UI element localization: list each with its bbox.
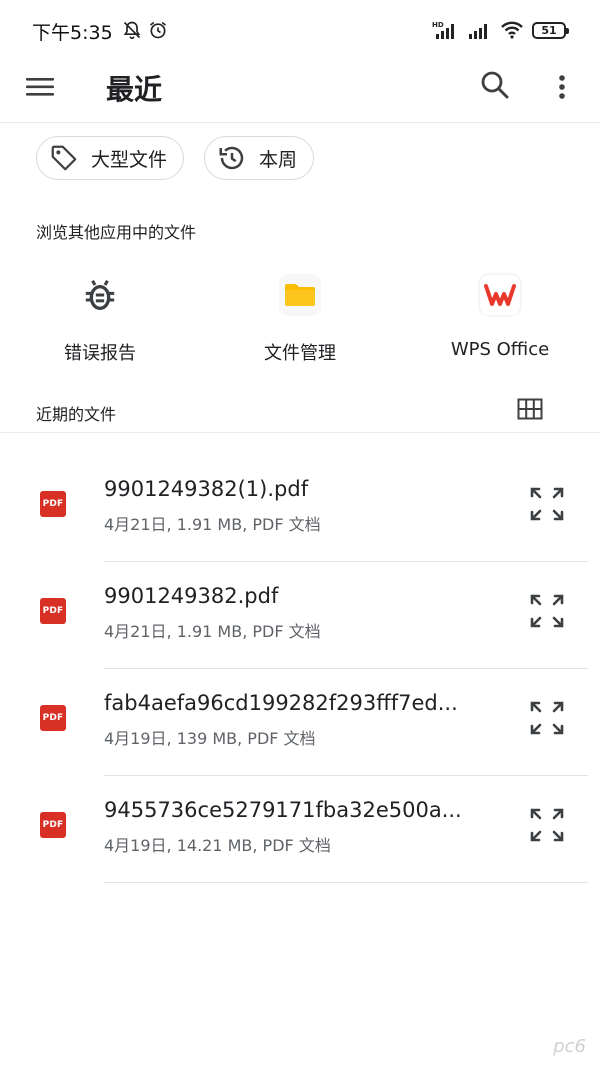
file-name: 9455736ce5279171fba32e500a... xyxy=(104,798,462,822)
more-vert-icon[interactable] xyxy=(548,70,576,104)
chip-large-files[interactable]: 大型文件 xyxy=(36,136,185,180)
network-label: HD xyxy=(432,21,444,29)
grid-view-icon[interactable] xyxy=(517,398,543,420)
tag-icon xyxy=(51,145,77,171)
pdf-file-icon: PDF xyxy=(40,705,66,731)
file-name: 9901249382(1).pdf xyxy=(104,477,309,501)
file-name: 9901249382.pdf xyxy=(104,584,279,608)
file-row[interactable]: PDF fab4aefa96cd199282f293fff7ed... 4月19… xyxy=(0,669,600,776)
file-meta: 4月19日, 139 MB, PDF 文档 xyxy=(104,729,316,748)
chip-label: 本周 xyxy=(259,148,298,171)
app-file-manager[interactable]: 文件管理 xyxy=(210,271,390,365)
menu-icon[interactable] xyxy=(24,72,58,102)
pdf-file-icon: PDF xyxy=(40,812,66,838)
pdf-file-icon: PDF xyxy=(40,491,66,517)
file-row[interactable]: PDF 9901249382.pdf 4月21日, 1.91 MB, PDF 文… xyxy=(0,562,600,669)
file-row[interactable]: PDF 9455736ce5279171fba32e500a... 4月19日,… xyxy=(0,776,600,883)
chip-this-week[interactable]: 本周 xyxy=(204,136,315,180)
search-icon[interactable] xyxy=(478,68,512,102)
wifi-icon xyxy=(501,21,523,39)
status-left-icons xyxy=(122,20,168,40)
file-meta: 4月21日, 1.91 MB, PDF 文档 xyxy=(104,515,321,534)
file-row[interactable]: PDF 9901249382(1).pdf 4月21日, 1.91 MB, PD… xyxy=(0,455,600,562)
watermark-logo: pc6 xyxy=(553,1036,586,1057)
app-label: 错误报告 xyxy=(64,343,136,364)
chip-label: 大型文件 xyxy=(91,148,168,171)
file-name: fab4aefa96cd199282f293fff7ed... xyxy=(104,691,458,715)
expand-icon[interactable] xyxy=(528,699,566,737)
signal-hd-icon: HD xyxy=(432,21,454,39)
expand-icon[interactable] xyxy=(528,485,566,523)
folder-icon xyxy=(279,274,321,316)
expand-icon[interactable] xyxy=(528,592,566,630)
bug-icon xyxy=(85,280,115,310)
pdf-file-icon: PDF xyxy=(40,598,66,624)
app-label: WPS Office xyxy=(450,339,550,360)
bell-off-icon xyxy=(123,21,141,40)
header-divider xyxy=(0,122,600,123)
app-wps-office[interactable]: WPS Office xyxy=(410,271,590,360)
page-title: 最近 xyxy=(106,73,163,106)
row-divider xyxy=(104,882,588,883)
expand-icon[interactable] xyxy=(528,806,566,844)
recent-section-title: 近期的文件 xyxy=(36,405,117,424)
signal-icon xyxy=(469,24,487,39)
history-icon xyxy=(219,146,244,170)
file-meta: 4月21日, 1.91 MB, PDF 文档 xyxy=(104,622,321,641)
battery-indicator: 51 xyxy=(532,21,569,39)
section-divider xyxy=(0,432,600,433)
wps-icon xyxy=(478,273,522,317)
file-meta: 4月19日, 14.21 MB, PDF 文档 xyxy=(104,836,331,855)
app-label: 文件管理 xyxy=(264,343,336,364)
status-right-icons: HD 51 xyxy=(432,20,569,40)
alarm-icon xyxy=(150,21,166,39)
app-bug-report[interactable]: 错误报告 xyxy=(10,271,190,365)
browse-section-title: 浏览其他应用中的文件 xyxy=(36,223,197,242)
status-time: 下午5:35 xyxy=(32,22,113,44)
